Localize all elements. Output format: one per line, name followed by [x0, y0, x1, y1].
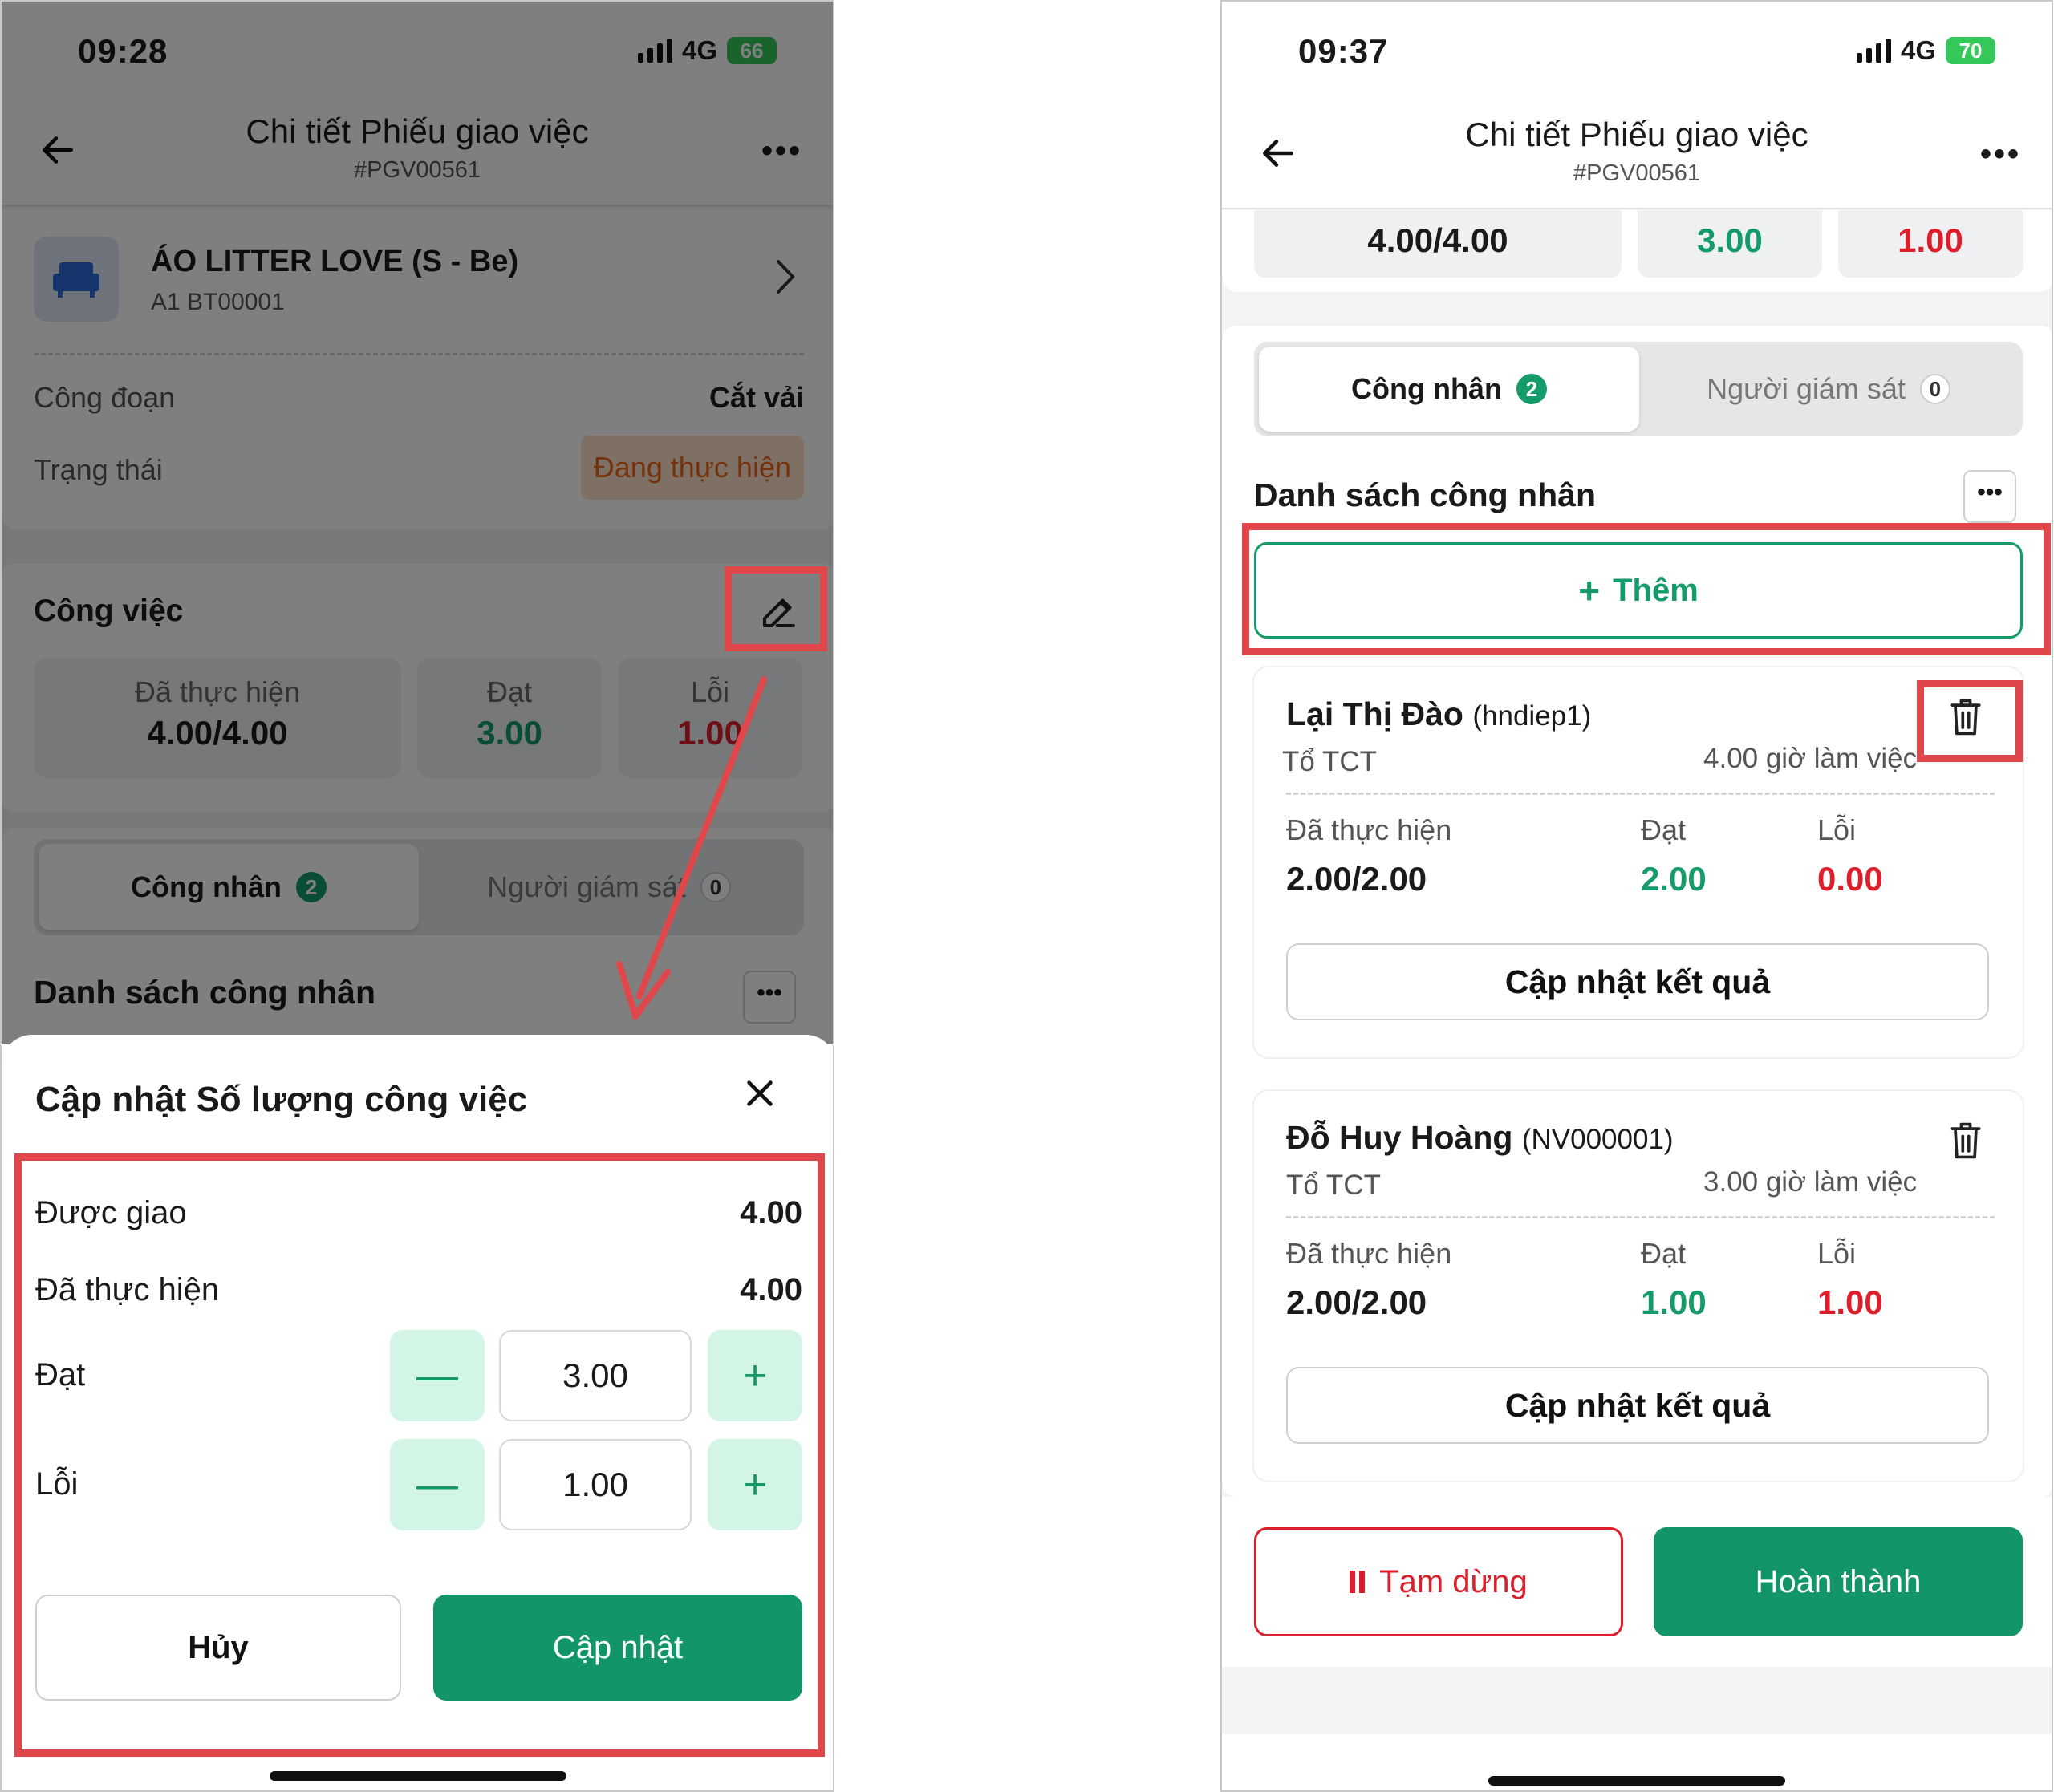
worker-card: Đỗ Huy Hoàng (NV000001) Tổ TCT 3.00 giờ …	[1254, 1091, 2023, 1481]
left-phone-screen: 09:28 4G 66 Chi tiết Phiếu giao việc #PG…	[0, 0, 834, 1792]
done-label: Đã thực hiện	[35, 1272, 220, 1308]
summary-pass-value: 3.00	[1697, 221, 1763, 259]
add-button-highlight	[1242, 523, 2051, 655]
worker-name-text: Đỗ Huy Hoàng	[1286, 1119, 1513, 1156]
fail-increment-button[interactable]: +	[708, 1439, 802, 1530]
worker-team: Tổ TCT	[1286, 1170, 1381, 1201]
worker-pass-value: 2.00	[1641, 860, 1707, 898]
worker-code: (NV000001)	[1521, 1124, 1674, 1155]
list-more-button[interactable]: •••	[1963, 470, 2016, 523]
worker-list-title: Danh sách công nhân	[1254, 476, 1596, 513]
fail-label: Lỗi	[35, 1466, 79, 1502]
worker-fail-label: Lỗi	[1817, 1237, 1857, 1270]
worker-pass-label: Đạt	[1641, 813, 1687, 846]
worker-done-label: Đã thực hiện	[1286, 1237, 1452, 1270]
update-button[interactable]: Cập nhật	[433, 1595, 802, 1701]
fail-quantity-input[interactable]: 1.00	[499, 1439, 692, 1530]
assigned-label: Được giao	[35, 1195, 187, 1230]
tab-workers-label: Công nhân	[1351, 372, 1502, 405]
summary-fail-value: 1.00	[1898, 221, 1963, 259]
summary-done-value: 4.00/4.00	[1367, 221, 1508, 259]
pass-increment-button[interactable]: +	[708, 1330, 802, 1421]
pause-button[interactable]: Tạm dừng	[1254, 1527, 1623, 1636]
tab-supervisors-label: Người giám sát	[1707, 372, 1906, 405]
tab-switch: Công nhân 2 Người giám sát 0	[1254, 342, 2023, 436]
worker-fail-label: Lỗi	[1817, 813, 1857, 846]
more-options-icon[interactable]: •••	[1980, 136, 2021, 172]
worker-team: Tổ TCT	[1282, 746, 1377, 777]
pass-label: Đạt	[35, 1357, 86, 1393]
status-time: 09:37	[1298, 32, 1389, 70]
worker-done-label: Đã thực hiện	[1286, 813, 1452, 846]
worker-done-value: 2.00/2.00	[1286, 1283, 1427, 1321]
worker-done-value: 2.00/2.00	[1286, 860, 1427, 898]
right-phone-screen: 09:37 4G 70 Chi tiết Phiếu giao việc #PG…	[1220, 0, 2053, 1792]
worker-pass-label: Đạt	[1641, 1237, 1687, 1270]
tab-supervisors[interactable]: Người giám sát 0	[1639, 347, 2018, 432]
worker-name-text: Lại Thị Đào	[1286, 695, 1463, 732]
network-type: 4G	[1900, 35, 1936, 65]
fail-decrement-button[interactable]: —	[390, 1439, 485, 1530]
update-result-button[interactable]: Cập nhật kết quả	[1286, 1367, 1989, 1444]
footer-action-bar: Tạm dừng Hoàn thành	[1222, 1497, 2052, 1667]
status-bar: 09:37 4G 70	[1222, 2, 2052, 101]
worker-pass-value: 1.00	[1641, 1283, 1707, 1321]
worker-name: Lại Thị Đào (hndiep1)	[1286, 695, 1591, 733]
update-result-button[interactable]: Cập nhật kết quả	[1286, 943, 1989, 1020]
page-title: Chi tiết Phiếu giao việc	[1465, 116, 1808, 153]
summary-pass-box: 3.00	[1638, 210, 1822, 278]
close-icon[interactable]	[741, 1075, 778, 1112]
worker-fail-value: 0.00	[1817, 860, 1883, 898]
worker-hours: 4.00 giờ làm việc	[1703, 743, 1918, 774]
workers-count-badge: 2	[1516, 374, 1547, 404]
divider	[1286, 793, 1995, 795]
divider	[1286, 1216, 1995, 1218]
sheet-title: Cập nhật Số lượng công việc	[35, 1080, 528, 1119]
pass-decrement-button[interactable]: —	[390, 1330, 485, 1421]
worker-code: (hndiep1)	[1472, 700, 1592, 732]
worker-card: Lại Thị Đào (hndiep1) Tổ TCT 4.00 giờ là…	[1254, 667, 2023, 1057]
worker-name: Đỗ Huy Hoàng (NV000001)	[1286, 1119, 1674, 1157]
ticket-code: #PGV00561	[1573, 160, 1700, 186]
done-value: 4.00	[740, 1272, 802, 1308]
pause-icon	[1350, 1571, 1366, 1593]
supervisors-count-badge: 0	[1919, 374, 1950, 404]
update-quantity-sheet: Cập nhật Số lượng công việc Được giao 4.…	[2, 1035, 833, 1790]
worker-fail-value: 1.00	[1817, 1283, 1883, 1321]
assigned-value: 4.00	[740, 1195, 802, 1230]
trash-icon-highlight	[1917, 680, 2023, 762]
bottom-safe-area	[1222, 1734, 2052, 1790]
pass-quantity-input[interactable]: 3.00	[499, 1330, 692, 1421]
home-indicator	[270, 1771, 566, 1781]
complete-button[interactable]: Hoàn thành	[1654, 1527, 2023, 1636]
worker-hours: 3.00 giờ làm việc	[1703, 1166, 1918, 1198]
home-indicator	[1488, 1776, 1785, 1786]
edit-icon-highlight	[725, 566, 827, 651]
pause-label: Tạm dừng	[1379, 1563, 1528, 1599]
status-indicators: 4G 70	[1856, 35, 1995, 66]
work-summary-card: 4.00/4.00 3.00 1.00	[1222, 210, 2052, 292]
tab-workers[interactable]: Công nhân 2	[1259, 347, 1639, 432]
summary-fail-box: 1.00	[1838, 210, 2023, 278]
annotation-arrow	[616, 676, 767, 1020]
signal-icon	[1856, 39, 1891, 63]
cancel-button[interactable]: Hủy	[35, 1595, 401, 1701]
battery-icon: 70	[1946, 37, 1995, 64]
nav-header: Chi tiết Phiếu giao việc #PGV00561 •••	[1222, 101, 2052, 209]
trash-icon[interactable]	[1947, 1120, 1984, 1162]
summary-done-box: 4.00/4.00	[1254, 210, 1622, 278]
